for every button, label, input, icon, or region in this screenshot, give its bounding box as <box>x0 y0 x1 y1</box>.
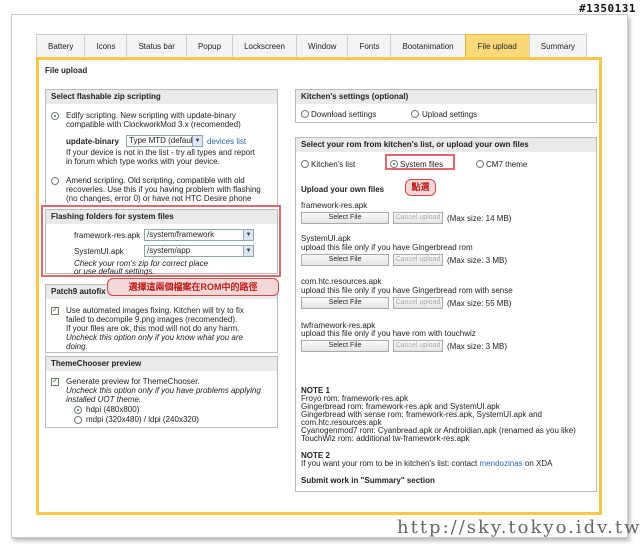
update-binary-label: update-binary <box>66 137 119 146</box>
file-name-systemui: SystemUI.apk <box>301 234 351 243</box>
hdpi-label: hdpi (480x800) <box>86 405 140 414</box>
callout-choose-paths: 選擇這兩個檔案在ROM中的路徑 <box>107 278 279 296</box>
theme-line-3: installed UOT theme. <box>66 395 142 404</box>
tab-fonts[interactable]: Fonts <box>347 34 392 57</box>
tab-icons[interactable]: Icons <box>84 34 128 57</box>
zip-scripting-title: Select flashable zip scripting <box>46 90 277 104</box>
cancel-upload-button[interactable]: Cancel upload <box>393 254 443 266</box>
note-1-line-6: TouchWiz rom: additional tw-framework-re… <box>301 434 470 443</box>
update-binary-value: Type MTD (default) <box>129 136 198 145</box>
select-file-button[interactable]: Select File <box>301 212 389 224</box>
amend-radio[interactable] <box>51 177 59 185</box>
cancel-upload-button[interactable]: Cancel upload <box>393 340 443 352</box>
kitchens-list-radio[interactable] <box>301 160 309 168</box>
kitchens-list-label: Kitchen's list <box>311 160 356 169</box>
max-size-framework: (Max size: 14 MB) <box>447 214 512 223</box>
patch9-line-2: failed to decompile 9.png images (recome… <box>66 315 238 324</box>
amend-label-3: (no changes, error 0) or have not HTC De… <box>66 194 252 203</box>
tab-bar: Battery Icons Status bar Popup Lockscree… <box>36 34 587 57</box>
tab-status-bar[interactable]: Status bar <box>126 34 187 57</box>
download-settings-radio[interactable] <box>301 110 309 118</box>
upload-settings-radio[interactable] <box>411 110 419 118</box>
mdpi-radio[interactable] <box>74 416 82 424</box>
amend-label-1: Amend scripting. Old scripting, compatib… <box>66 176 245 185</box>
patch9-line-5: doing. <box>66 342 88 351</box>
update-binary-select[interactable]: Type MTD (default) ▼ <box>126 135 203 147</box>
hdpi-radio[interactable] <box>74 406 82 414</box>
max-size-twframework: (Max size: 3 MB) <box>447 342 508 351</box>
download-settings-label: Download settings <box>311 110 377 119</box>
max-size-htc-resources: (Max size: 55 MB) <box>447 299 512 308</box>
file-note-systemui: upload this file only if you have Ginger… <box>301 243 473 252</box>
select-file-button[interactable]: Select File <box>301 340 389 352</box>
submit-note: Submit work in "Summary" section <box>301 476 435 485</box>
rom-select-title: Select your rom from kitchen's list, or … <box>296 138 596 152</box>
mdpi-label: mdpi (320x480) / ldpi (240x320) <box>86 415 199 424</box>
edify-label-2: compatible with ClockworkMod 3.x (recome… <box>66 120 241 129</box>
watermark-url: http://sky.tokyo.idv.tw <box>397 517 640 538</box>
patch9-line-1: Use automated images fixing. Kitchen wil… <box>66 306 244 315</box>
tab-lockscreen[interactable]: Lockscreen <box>232 34 297 57</box>
chevron-down-icon: ▼ <box>192 136 202 146</box>
edify-note-1: If your device is not in the list - try … <box>66 148 255 157</box>
tab-battery[interactable]: Battery <box>36 34 86 57</box>
theme-line-2: Uncheck this option only if you have pro… <box>66 386 261 395</box>
file-name-htc-resources: com.htc.resources.apk <box>301 277 382 286</box>
patch9-checkbox[interactable] <box>51 305 59 315</box>
themechooser-checkbox[interactable] <box>51 376 59 386</box>
callout-click: 點選 <box>405 179 436 196</box>
upload-settings-label: Upload settings <box>422 110 478 119</box>
theme-line-1: Generate preview for ThemeChooser. <box>66 377 200 386</box>
tab-window[interactable]: Window <box>296 34 349 57</box>
select-file-button[interactable]: Select File <box>301 297 389 309</box>
file-upload-panel: File upload Select flashable zip scripti… <box>36 57 602 515</box>
highlight-system-files <box>385 154 455 170</box>
tab-popup[interactable]: Popup <box>185 34 234 57</box>
file-name-framework: framework-res.apk <box>301 201 368 210</box>
edify-radio[interactable] <box>51 112 59 120</box>
patch9-line-4: Uncheck this option only if you know wha… <box>66 333 243 342</box>
cm7-theme-radio[interactable] <box>476 160 484 168</box>
file-note-htc-resources: upload this file only if you have Ginger… <box>301 286 513 295</box>
cm7-theme-label: CM7 theme <box>486 160 528 169</box>
note-2-prefix: If you want your rom to be in kitchen's … <box>301 459 478 468</box>
tab-bootanimation[interactable]: Bootanimation <box>390 34 466 57</box>
mendozinas-link[interactable]: mendozinas <box>480 459 523 468</box>
edify-note-2: in forum which type works with your devi… <box>66 157 220 166</box>
edify-label: Edify scripting. New scripting with upda… <box>66 111 236 120</box>
themechooser-title: ThemeChooser preview <box>46 357 277 371</box>
amend-label-2: recoveries. Use this if you having probl… <box>66 185 261 194</box>
themechooser-box: ThemeChooser preview Generate preview fo… <box>45 356 278 428</box>
max-size-systemui: (Max size: 3 MB) <box>447 256 508 265</box>
cancel-upload-button[interactable]: Cancel upload <box>393 297 443 309</box>
note-2-text: If you want your rom to be in kitchen's … <box>301 459 552 468</box>
highlight-flashing-folders <box>41 205 281 277</box>
patch9-line-3: If your files are ok, this mod will not … <box>66 324 240 333</box>
tab-file-upload[interactable]: File upload <box>464 34 530 57</box>
panel-title: File upload <box>45 66 88 75</box>
kitchen-settings-box: Kitchen's settings (optional) Download s… <box>295 89 597 123</box>
tab-summary[interactable]: Summary <box>528 34 587 57</box>
rom-select-box: Select your rom from kitchen's list, or … <box>295 137 597 492</box>
note-2-suffix: on XDA <box>524 459 553 468</box>
select-file-button[interactable]: Select File <box>301 254 389 266</box>
devices-list-link[interactable]: devices list <box>207 137 246 146</box>
zip-scripting-box: Select flashable zip scripting Edify scr… <box>45 89 278 206</box>
cancel-upload-button[interactable]: Cancel upload <box>393 212 443 224</box>
kitchen-settings-title: Kitchen's settings (optional) <box>296 90 596 104</box>
file-note-twframework: upload this file only if you have rom wi… <box>301 329 476 338</box>
upload-own-files-title: Upload your own files <box>301 185 385 194</box>
